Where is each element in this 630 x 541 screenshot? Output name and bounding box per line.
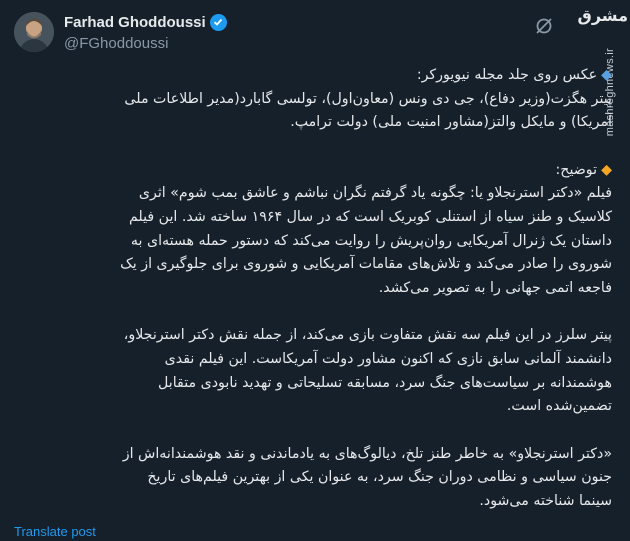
text-line: تضمین‌شده است. [506, 398, 612, 415]
text-line: هوشمندانه بر سیاست‌های جنگ سرد، مسابقه ت… [158, 374, 612, 391]
author-names: Farhad Ghoddoussi @FGhoddoussi [64, 12, 227, 52]
text-line: فاجعه اتمی جهانی را به تصویر می‌کشد. [378, 279, 612, 296]
blue-diamond-icon: ◆ [601, 67, 612, 83]
tweet-explanation-paragraph: ◆توضیح: فیلم «دکتر استرنجلاو یا: چگونه ی… [14, 159, 612, 301]
avatar[interactable] [14, 12, 54, 52]
text-line: آمریکا) و مایکل والتز(مشاور امنیت ملی) د… [290, 114, 612, 131]
text-line: فیلم «دکتر استرنجلاو یا: چگونه یاد گرفتم… [138, 185, 612, 202]
orange-diamond-icon: ◆ [601, 161, 612, 178]
text-line: «دکتر استرنجلاو» به خاطر طنز تلخ، دیالوگ… [122, 445, 612, 462]
avatar-photo [14, 12, 54, 52]
text-line: جنون سیاسی و نظامی دوران جنگ سرد، به عنو… [147, 469, 612, 486]
text-line: سینما شناخته می‌شود. [479, 492, 612, 509]
text-line: ◆توضیح: [14, 159, 612, 183]
text-line: پیتر هگزت(وزیر دفاع)، جی دی ونس (معاون‌ا… [124, 90, 612, 107]
grok-icon[interactable] [534, 16, 554, 36]
tweet-text: ◆عکس روی جلد مجله نیویورکر: پیتر هگزت(وز… [14, 64, 612, 538]
display-name[interactable]: Farhad Ghoddoussi [64, 14, 206, 31]
text-line: داستان یک ژنرال آمریکایی روان‌پریش را رو… [130, 232, 612, 249]
text-line: دانشمند آلمانی سابق نازی که اکنون مشاور … [164, 350, 612, 367]
tweet-paragraph-3: «دکتر استرنجلاو» به خاطر طنز تلخ، دیالوگ… [14, 443, 612, 514]
author-handle[interactable]: @FGhoddoussi [64, 35, 227, 52]
tweet-heading-paragraph: ◆عکس روی جلد مجله نیویورکر: پیتر هگزت(وز… [14, 64, 612, 135]
verified-badge-icon [209, 13, 227, 31]
text-line: کلاسیک و طنز سیاه از استنلی کوبریک است ک… [128, 208, 612, 225]
text-line: ◆عکس روی جلد مجله نیویورکر: [14, 64, 612, 88]
tweet-header: Farhad Ghoddoussi @FGhoddoussi [14, 8, 616, 58]
text-line: پیتر سلرز در این فیلم سه نقش متفاوت بازی… [123, 327, 612, 344]
translate-post-link[interactable]: Translate post [14, 524, 96, 539]
watermark-logo: مشرق [577, 6, 628, 25]
text-line: شوروی را صادر می‌کند و تلاش‌های مقامات آ… [120, 256, 612, 273]
tweet-paragraph-2: پیتر سلرز در این فیلم سه نقش متفاوت بازی… [14, 324, 612, 418]
